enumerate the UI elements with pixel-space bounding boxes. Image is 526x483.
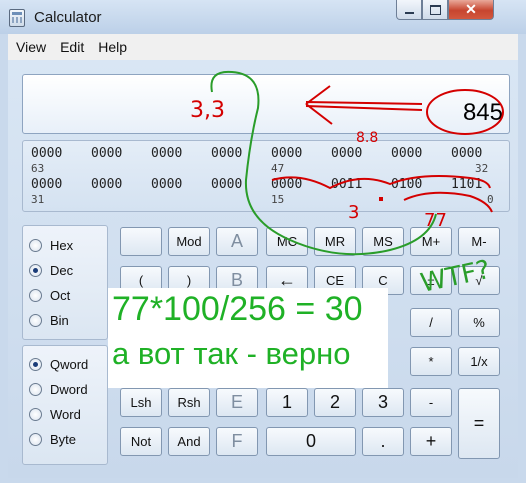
bit-nibble: 0000 bbox=[31, 177, 63, 192]
key-plus-minus[interactable]: ± bbox=[410, 266, 452, 295]
annotation-formula: 77*100/256 = 30 bbox=[112, 290, 363, 328]
radio-label: Qword bbox=[50, 357, 89, 372]
key-not[interactable]: Not bbox=[120, 427, 162, 456]
key-3[interactable]: 3 bbox=[362, 388, 404, 417]
key-blank[interactable] bbox=[120, 227, 162, 256]
bit-nibble: 0000 bbox=[91, 177, 123, 192]
radio-oct[interactable]: Oct bbox=[29, 288, 70, 303]
radio-byte[interactable]: Byte bbox=[29, 432, 76, 447]
key-minus[interactable]: - bbox=[410, 388, 452, 417]
radio-dword[interactable]: Dword bbox=[29, 382, 88, 397]
key-sqrt[interactable]: √ bbox=[458, 266, 500, 295]
key-rsh[interactable]: Rsh bbox=[168, 388, 210, 417]
radio-label: Byte bbox=[50, 432, 77, 447]
title-bar: Calculator ✕ bbox=[0, 0, 526, 34]
menu-help[interactable]: Help bbox=[98, 39, 127, 55]
key-mc[interactable]: MC bbox=[266, 227, 308, 256]
radio-label: Dec bbox=[50, 263, 74, 278]
bit-nibble: 0000 bbox=[211, 177, 243, 192]
radio-label: Hex bbox=[50, 238, 74, 253]
display-value: 845 bbox=[462, 99, 503, 126]
key-divide[interactable]: / bbox=[410, 308, 452, 337]
key-percent[interactable]: % bbox=[458, 308, 500, 337]
menu-view[interactable]: View bbox=[16, 39, 46, 55]
calculator-icon bbox=[9, 9, 25, 27]
bit-index: 63 bbox=[31, 162, 45, 175]
key-multiply[interactable]: * bbox=[410, 347, 452, 376]
bit-index: 0 bbox=[487, 193, 494, 206]
result-display: 845 bbox=[22, 74, 510, 134]
bit-nibble: 0000 bbox=[271, 146, 303, 161]
word-size-group: Qword Dword Word Byte bbox=[22, 345, 108, 465]
bit-nibble: 0000 bbox=[91, 146, 123, 161]
radio-label: Dword bbox=[50, 382, 88, 397]
key-1[interactable]: 1 bbox=[266, 388, 308, 417]
maximize-button[interactable] bbox=[422, 0, 448, 20]
radio-label: Oct bbox=[50, 288, 71, 303]
key-f[interactable]: F bbox=[216, 427, 258, 456]
annotation-box: 77*100/256 = 30 а вот так - верно bbox=[108, 288, 388, 388]
bit-nibble: 0000 bbox=[151, 146, 183, 161]
bit-nibble: 0000 bbox=[151, 177, 183, 192]
bit-display: 0000 0000 0000 0000 0000 0000 0000 0000 … bbox=[22, 140, 510, 212]
key-plus[interactable]: + bbox=[410, 427, 452, 456]
key-2[interactable]: 2 bbox=[314, 388, 356, 417]
bit-nibble: 1101 bbox=[451, 177, 483, 192]
bit-nibble: 0011 bbox=[331, 177, 363, 192]
key-equals[interactable]: = bbox=[458, 388, 500, 459]
radio-icon bbox=[29, 239, 42, 252]
key-reciprocal[interactable]: 1/x bbox=[458, 347, 500, 376]
radio-label: Bin bbox=[50, 313, 69, 328]
radio-qword[interactable]: Qword bbox=[29, 357, 88, 372]
minimize-icon bbox=[404, 11, 414, 14]
radio-selected-icon bbox=[29, 358, 42, 371]
radio-selected-icon bbox=[29, 264, 42, 277]
key-mr[interactable]: MR bbox=[314, 227, 356, 256]
bit-index: 32 bbox=[475, 162, 489, 175]
key-m-plus[interactable]: M+ bbox=[410, 227, 452, 256]
number-base-group: Hex Dec Oct Bin bbox=[22, 225, 108, 340]
radio-hex[interactable]: Hex bbox=[29, 238, 73, 253]
menu-edit[interactable]: Edit bbox=[60, 39, 84, 55]
bit-nibble: 0000 bbox=[211, 146, 243, 161]
radio-label: Word bbox=[50, 407, 81, 422]
key-a[interactable]: A bbox=[216, 227, 258, 256]
calculator-body: 845 0000 0000 0000 0000 0000 0000 0000 0… bbox=[8, 60, 518, 478]
key-ms[interactable]: MS bbox=[362, 227, 404, 256]
key-decimal[interactable]: . bbox=[362, 427, 404, 456]
bit-nibble: 0000 bbox=[331, 146, 363, 161]
bit-nibble: 0000 bbox=[271, 177, 303, 192]
key-e[interactable]: E bbox=[216, 388, 258, 417]
bit-nibble: 0100 bbox=[391, 177, 423, 192]
menu-bar: View Edit Help bbox=[8, 34, 518, 60]
close-icon: ✕ bbox=[465, 1, 477, 17]
minimize-button[interactable] bbox=[396, 0, 422, 20]
bit-nibble: 0000 bbox=[391, 146, 423, 161]
key-lsh[interactable]: Lsh bbox=[120, 388, 162, 417]
radio-bin[interactable]: Bin bbox=[29, 313, 69, 328]
radio-icon bbox=[29, 289, 42, 302]
annotation-comment: а вот так - верно bbox=[112, 336, 351, 371]
bit-index: 31 bbox=[31, 193, 45, 206]
key-and[interactable]: And bbox=[168, 427, 210, 456]
radio-icon bbox=[29, 408, 42, 421]
bit-nibble: 0000 bbox=[31, 146, 63, 161]
radio-icon bbox=[29, 433, 42, 446]
radio-icon bbox=[29, 383, 42, 396]
radio-icon bbox=[29, 314, 42, 327]
maximize-icon bbox=[429, 4, 441, 15]
key-mod[interactable]: Mod bbox=[168, 227, 210, 256]
key-m-minus[interactable]: M- bbox=[458, 227, 500, 256]
window-title: Calculator bbox=[34, 9, 102, 26]
bit-index: 47 bbox=[271, 162, 285, 175]
radio-word[interactable]: Word bbox=[29, 407, 81, 422]
close-button[interactable]: ✕ bbox=[448, 0, 494, 20]
bit-index: 15 bbox=[271, 193, 285, 206]
key-0[interactable]: 0 bbox=[266, 427, 356, 456]
bit-nibble: 0000 bbox=[451, 146, 483, 161]
radio-dec[interactable]: Dec bbox=[29, 263, 73, 278]
